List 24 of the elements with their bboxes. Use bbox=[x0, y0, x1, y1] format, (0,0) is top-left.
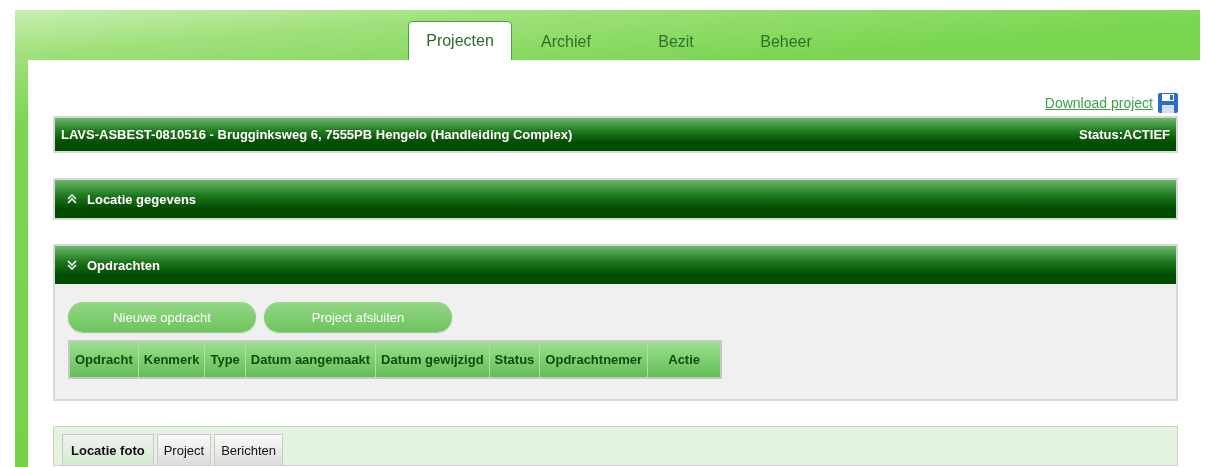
tab[interactable]: Project bbox=[156, 434, 212, 465]
double-chevron-down-icon bbox=[67, 260, 77, 270]
column-header: Status bbox=[489, 341, 540, 378]
section-header[interactable]: Locatie gegevens bbox=[55, 180, 1176, 218]
nav-tab[interactable]: Projecten bbox=[408, 21, 512, 60]
column-header: Opdracht bbox=[69, 341, 139, 378]
tab[interactable]: Locatie foto bbox=[62, 434, 154, 465]
column-header: Datum gewijzigd bbox=[375, 341, 490, 378]
double-chevron-up-icon bbox=[67, 194, 77, 204]
column-header: Kenmerk bbox=[138, 341, 205, 378]
project-title: LAVS-ASBEST-0810516 - Brugginksweg 6, 7555PB Hengelo (Handleiding Complex) bbox=[61, 127, 573, 142]
section-header[interactable]: Opdrachten bbox=[55, 246, 1176, 284]
download-link[interactable]: Download project bbox=[1044, 95, 1153, 111]
column-header: Opdrachtnemer bbox=[539, 341, 648, 378]
section-title: Locatie gegevens bbox=[87, 191, 197, 207]
project-status: Status:ACTIEF bbox=[1079, 127, 1170, 142]
column-header: Datum aangemaakt bbox=[245, 341, 376, 378]
column-header: Actie bbox=[647, 341, 722, 378]
nav-tab[interactable]: Archief bbox=[518, 23, 614, 60]
tab[interactable]: Berichten bbox=[214, 434, 284, 465]
nav-tab[interactable]: Beheer bbox=[738, 23, 834, 60]
column-header: Type bbox=[204, 341, 246, 378]
section-title: Opdrachten bbox=[87, 257, 160, 273]
nav-tab[interactable]: Bezit bbox=[628, 23, 724, 60]
